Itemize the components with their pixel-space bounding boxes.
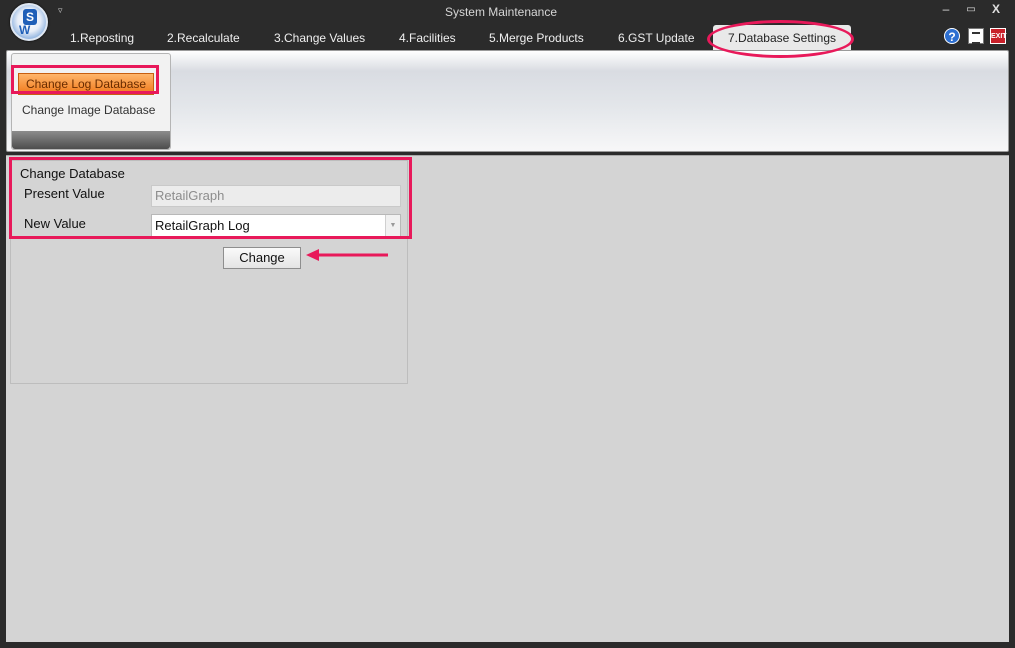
tab-database-settings[interactable]: 7.Database Settings — [713, 25, 851, 50]
change-button[interactable]: Change — [223, 247, 301, 269]
change-log-database-button[interactable]: Change Log Database — [18, 73, 154, 95]
change-database-panel: Change Database Present Value RetailGrap… — [10, 160, 408, 384]
panel-title: Change Database — [20, 166, 125, 181]
help-icon[interactable]: ? — [944, 28, 960, 44]
window-title: System Maintenance — [444, 5, 558, 19]
tab-merge-products[interactable]: 5.Merge Products — [489, 31, 584, 45]
new-value-label: New Value — [24, 216, 86, 231]
present-value-label: Present Value — [24, 186, 105, 201]
exit-icon[interactable]: EXIT — [990, 28, 1007, 44]
workspace: Change Database Present Value RetailGrap… — [6, 155, 1009, 642]
document-icon[interactable] — [968, 28, 984, 44]
tab-change-values[interactable]: 3.Change Values — [274, 31, 365, 45]
ribbon-panel: Change Log Database Change Image Databas… — [6, 50, 1009, 152]
new-value-selected: RetailGraph Log — [155, 218, 250, 233]
minimize-button[interactable]: – — [938, 2, 954, 16]
logo-letter-w: W — [19, 23, 31, 37]
app-window: S W ▿ System Maintenance – ▭ X 1.Reposti… — [0, 0, 1015, 648]
change-image-database-button[interactable]: Change Image Database — [22, 103, 155, 117]
title-bar: S W ▿ System Maintenance – ▭ X — [0, 0, 1015, 41]
chevron-down-icon[interactable]: ▼ — [385, 215, 400, 237]
ribbon-tab-strip: 1.Reposting 2.Recalculate 3.Change Value… — [0, 24, 1015, 50]
ribbon-group-footer — [12, 131, 170, 149]
new-value-dropdown[interactable]: RetailGraph Log ▼ — [151, 214, 401, 238]
present-value-field: RetailGraph — [151, 185, 401, 207]
ribbon-group-database: Change Log Database Change Image Databas… — [11, 53, 171, 150]
app-logo[interactable]: S W — [10, 3, 48, 41]
maximize-button[interactable]: ▭ — [963, 4, 979, 15]
tab-recalculate[interactable]: 2.Recalculate — [167, 31, 240, 45]
tab-reposting[interactable]: 1.Reposting — [70, 31, 134, 45]
annotation-arrow-icon — [306, 249, 388, 261]
close-button[interactable]: X — [988, 2, 1004, 16]
tab-gst-update[interactable]: 6.GST Update — [618, 31, 695, 45]
tab-facilities[interactable]: 4.Facilities — [399, 31, 456, 45]
